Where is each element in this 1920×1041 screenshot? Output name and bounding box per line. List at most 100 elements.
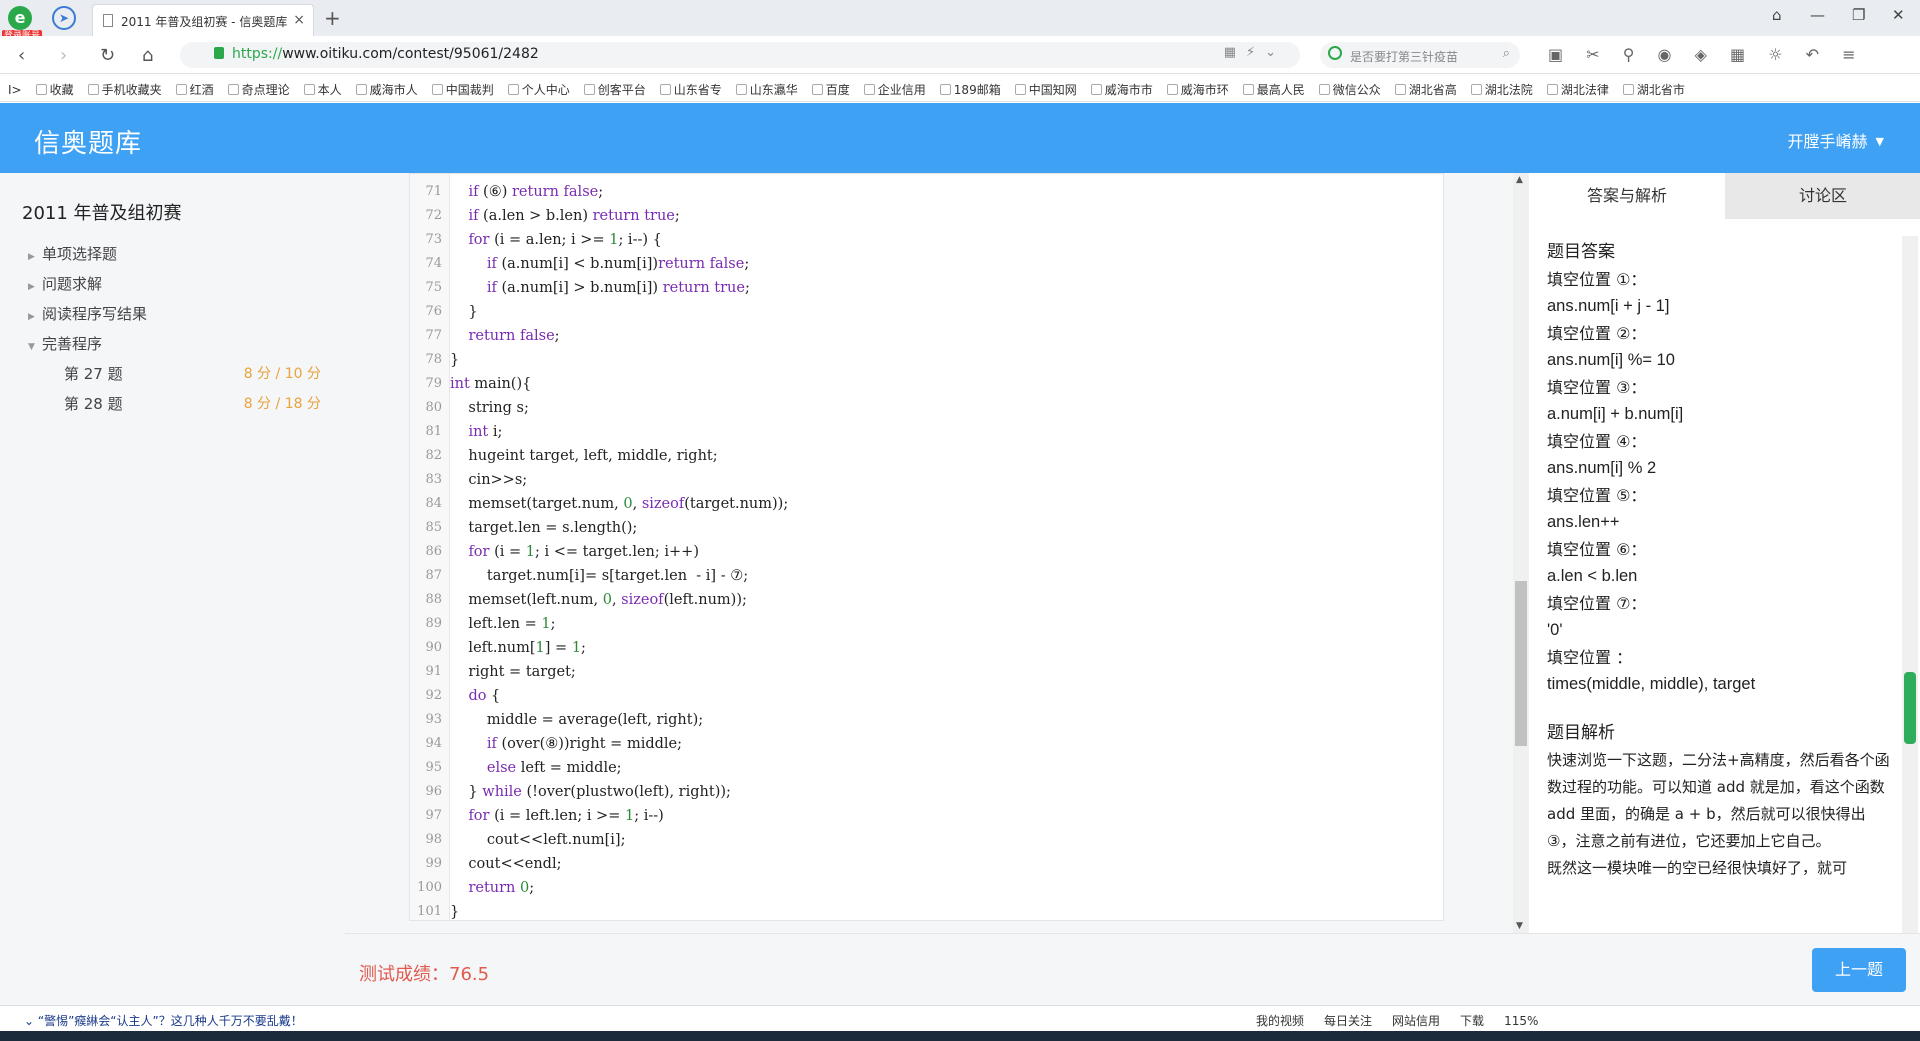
panel-scrollbar[interactable] (1902, 236, 1918, 933)
bookmark-item[interactable]: 湖北法院 (1470, 81, 1533, 98)
user-menu[interactable]: 开膛手崤赫 ▼ (1788, 128, 1884, 152)
sidebar-item-read-program[interactable]: ▶ 阅读程序写结果 (28, 303, 147, 324)
bookmark-item[interactable]: 最高人民 (1242, 81, 1305, 98)
url-field[interactable]: https://www.oitiku.com/contest/95061/248… (180, 42, 1300, 68)
bookmark-item[interactable]: 收藏 (35, 81, 74, 98)
sidebar-item-single-choice[interactable]: ▶ 单项选择题 (28, 243, 117, 264)
bookmark-icon (1090, 84, 1102, 95)
close-window-icon[interactable]: ✕ (1892, 6, 1905, 24)
status-item[interactable]: 115% (1504, 1014, 1538, 1028)
bookmark-item[interactable]: 189邮箱 (939, 81, 1001, 98)
restore-icon[interactable]: ❐ (1852, 6, 1865, 24)
bookmark-item[interactable]: 山东省专 (659, 81, 722, 98)
bookmark-item[interactable]: 企业信用 (863, 81, 926, 98)
sidebar-problem-27[interactable]: 第 27 题 (64, 363, 123, 384)
code-text: left.num[1] = 1; (450, 640, 586, 656)
chevron-down-icon: ▼ (28, 342, 35, 352)
game-icon[interactable]: ◉ (1658, 45, 1672, 64)
forward-icon[interactable]: › (60, 45, 67, 66)
bookmark-item[interactable]: 湖北法律 (1546, 81, 1609, 98)
news-ticker[interactable]: ⌄ “警惕”瘊綝会“认主人”？这几种人千万不要乱戴！ (24, 1012, 303, 1029)
line-number: 98 (425, 832, 442, 847)
new-tab-icon[interactable]: + (324, 6, 341, 30)
sidebar-problem-28[interactable]: 第 28 题 (64, 393, 123, 414)
bookmark-item[interactable]: 奇点理论 (227, 81, 290, 98)
url-actions[interactable]: ▦⚡⌄ (1224, 45, 1286, 60)
search-icon[interactable]: ⌕ (1503, 46, 1510, 61)
status-item[interactable]: 我的视频 (1256, 1014, 1304, 1028)
answer-label: 填空位置 ： (1547, 648, 1633, 667)
bookmark-item[interactable]: 中国裁判 (431, 81, 494, 98)
bookmark-item[interactable]: 湖北省市 (1622, 81, 1685, 98)
bookmark-icon (863, 84, 875, 95)
tab-discussion[interactable]: 讨论区 (1725, 173, 1920, 219)
bookmark-item[interactable]: 湖北省高 (1394, 81, 1457, 98)
code-line: 100 return 0; (410, 876, 1443, 900)
answer-value: ans.num[i + j - 1] (1547, 297, 1670, 315)
bookmark-item[interactable]: 本人 (303, 81, 342, 98)
code-line: 85 target.len = s.length(); (410, 516, 1443, 540)
bookmark-item[interactable]: 中国知网 (1014, 81, 1077, 98)
bookmark-item[interactable]: 威海市环 (1166, 81, 1229, 98)
browser-logo-icon[interactable]: e (8, 6, 32, 30)
bookmark-item[interactable]: 威海市市 (1090, 81, 1153, 98)
sidebar-item-problem-solving[interactable]: ▶ 问题求解 (28, 273, 102, 294)
status-item[interactable]: 下载 (1460, 1014, 1484, 1028)
bookmarks-bar: I> 收藏 手机收藏夹 红酒 奇点理论 本人 威海市人 中国裁判 个人中心 创客平台 山东省专 山东瀛… (0, 74, 1920, 102)
site-header: 信奥题库 开膛手崤赫 ▼ (0, 103, 1920, 173)
url-text[interactable]: https://www.oitiku.com/contest/95061/248… (232, 46, 539, 62)
site-brand[interactable]: 信奥题库 (34, 123, 142, 160)
line-number: 91 (425, 664, 442, 679)
content-scrollbar[interactable]: ▲ ▼ (1513, 173, 1529, 933)
code-line: 77 return false; (410, 324, 1443, 348)
bookmark-item[interactable]: 手机收藏夹 (87, 81, 162, 98)
bookmark-item[interactable]: 个人中心 (507, 81, 570, 98)
undo-icon[interactable]: ↶ (1806, 45, 1819, 64)
line-number: 80 (425, 400, 442, 415)
code-text: for (i = left.len; i >= 1; i--) (468, 808, 664, 824)
line-number: 83 (425, 472, 442, 487)
bookmark-item[interactable]: 百度 (811, 81, 850, 98)
apps-icon[interactable]: ▦ (1730, 45, 1745, 64)
scrollbar-thumb[interactable] (1515, 581, 1527, 746)
close-tab-icon[interactable]: × (293, 12, 305, 28)
code-text: else left = middle; (486, 760, 622, 776)
shirt-icon[interactable]: ⌂ (1772, 6, 1782, 24)
menu-icon[interactable]: ≡ (1842, 45, 1855, 64)
browser-tab[interactable]: 2011 年普及组初赛 - 信奥题库 × (92, 4, 314, 36)
panel-scrollbar-thumb[interactable] (1904, 672, 1916, 744)
translate-icon[interactable]: ▣ (1548, 45, 1563, 64)
analysis-text: 快速浏览一下这题，二分法+高精度，然后看各个函数过程的功能。可以知道 add 就… (1547, 751, 1890, 850)
compass-icon[interactable]: ➤ (52, 6, 76, 30)
bookmark-icon (355, 84, 367, 95)
find-icon[interactable]: ⚲ (1623, 45, 1635, 64)
analysis-title: 题目解析 (1547, 723, 1615, 743)
bookmark-item[interactable]: 威海市人 (355, 81, 418, 98)
panel-tabs: 答案与解析 讨论区 (1529, 173, 1920, 219)
scissors-icon[interactable]: ✂ (1586, 45, 1599, 64)
home-icon[interactable]: ⌂ (142, 45, 153, 66)
bookmark-item[interactable]: 创客平台 (583, 81, 646, 98)
tab-answer-analysis[interactable]: 答案与解析 (1529, 173, 1725, 219)
bookmark-item[interactable]: 红酒 (175, 81, 214, 98)
bookmark-item[interactable]: 山东瀛华 (735, 81, 798, 98)
status-item[interactable]: 网站信用 (1392, 1014, 1440, 1028)
scroll-up-icon[interactable]: ▲ (1516, 175, 1523, 185)
brightness-icon[interactable]: ☼ (1768, 45, 1782, 64)
bookmark-item[interactable]: 微信公众 (1318, 81, 1381, 98)
bookmark-icon (35, 84, 47, 95)
code-line: 93 middle = average(left, right); (410, 708, 1443, 732)
sidebar-item-complete-program[interactable]: ▼ 完善程序 (28, 333, 102, 354)
shield-icon[interactable]: ◈ (1695, 45, 1707, 64)
search-field[interactable]: 是否要打第三针疫苗 ⌕ (1320, 42, 1520, 68)
reload-icon[interactable]: ↻ (100, 45, 115, 66)
page-icon (103, 14, 113, 27)
back-icon[interactable]: ‹ (18, 45, 25, 66)
prev-question-button[interactable]: 上一题 (1812, 948, 1906, 992)
bookmarks-toggle-icon[interactable]: I> (8, 83, 22, 97)
scroll-down-icon[interactable]: ▼ (1516, 921, 1523, 931)
status-item[interactable]: 每日关注 (1324, 1014, 1372, 1028)
code-text: middle = average(left, right); (450, 712, 704, 728)
minimize-icon[interactable]: — (1810, 6, 1825, 24)
